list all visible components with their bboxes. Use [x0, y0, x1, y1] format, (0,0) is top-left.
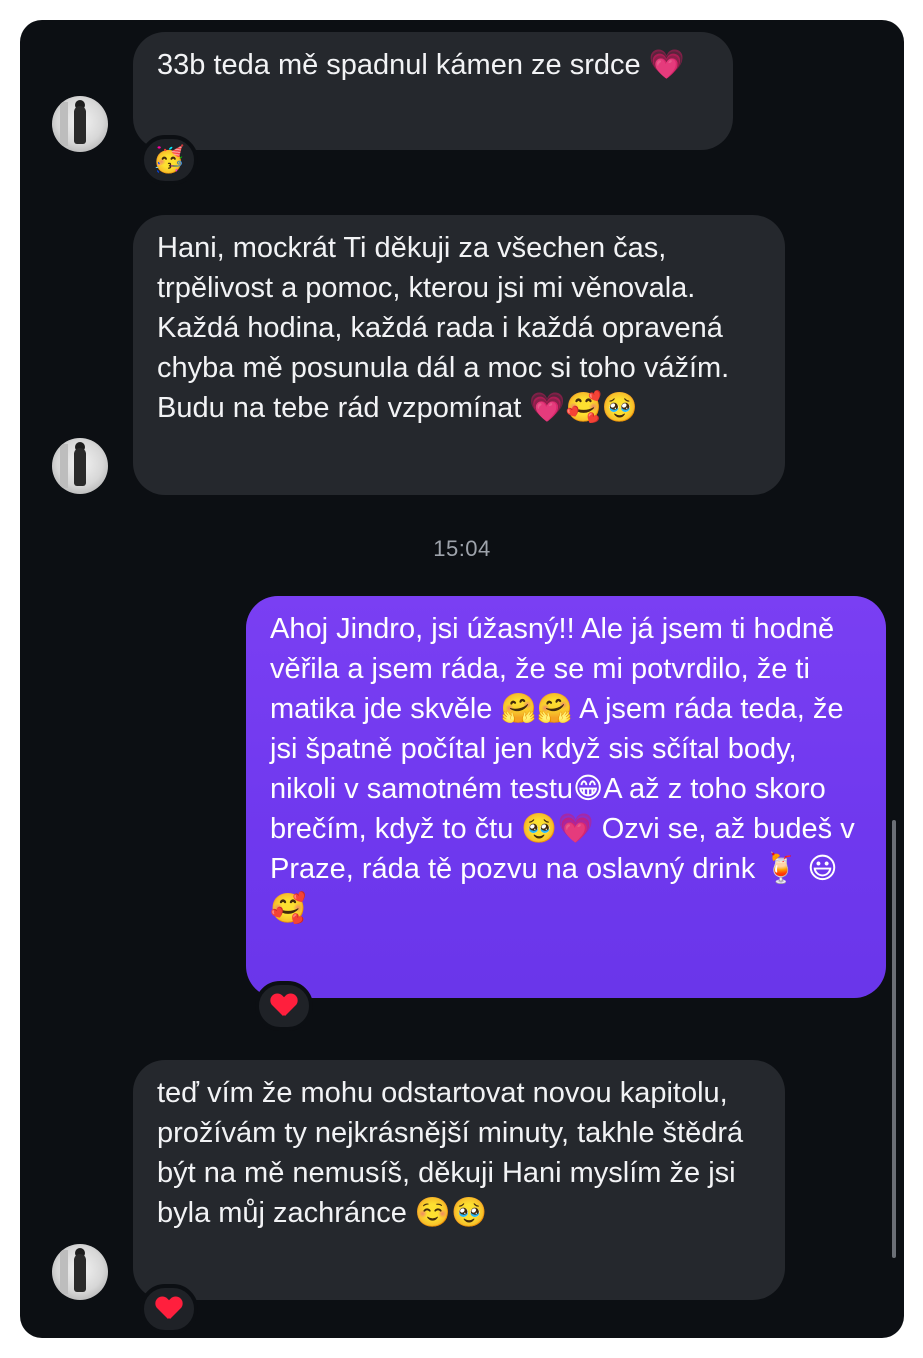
incoming-message-1[interactable]: 33b teda mě spadnul kámen ze srdce 💗	[133, 32, 733, 150]
party-face-icon: 🥳	[152, 145, 186, 175]
message-text: teď vím že mohu odstartovat novou kapito…	[157, 1077, 744, 1229]
scrollbar[interactable]	[892, 820, 896, 1258]
message-text: 33b teda mě spadnul kámen ze srdce 💗	[157, 49, 685, 81]
chat-thread: 33b teda mě spadnul kámen ze srdce 💗 🥳 H…	[20, 20, 904, 1338]
message-text: Ahoj Jindro, jsi úžasný!! Ale já jsem ti…	[270, 613, 855, 925]
reaction-badge[interactable]	[140, 1284, 198, 1334]
reaction-badge[interactable]: 🥳	[140, 135, 198, 185]
message-text: Hani, mockrát Ti děkuji za všechen čas, …	[157, 232, 730, 424]
contact-avatar[interactable]	[52, 1244, 108, 1300]
heart-icon	[156, 1297, 182, 1321]
incoming-message-2[interactable]: Hani, mockrát Ti děkuji za všechen čas, …	[133, 215, 785, 495]
outgoing-message[interactable]: Ahoj Jindro, jsi úžasný!! Ale já jsem ti…	[246, 596, 886, 998]
contact-avatar[interactable]	[52, 96, 108, 152]
timestamp: 15:04	[433, 536, 491, 561]
reaction-badge[interactable]	[255, 981, 313, 1031]
incoming-message-3[interactable]: teď vím že mohu odstartovat novou kapito…	[133, 1060, 785, 1300]
heart-icon	[271, 994, 297, 1018]
contact-avatar[interactable]	[52, 438, 108, 494]
